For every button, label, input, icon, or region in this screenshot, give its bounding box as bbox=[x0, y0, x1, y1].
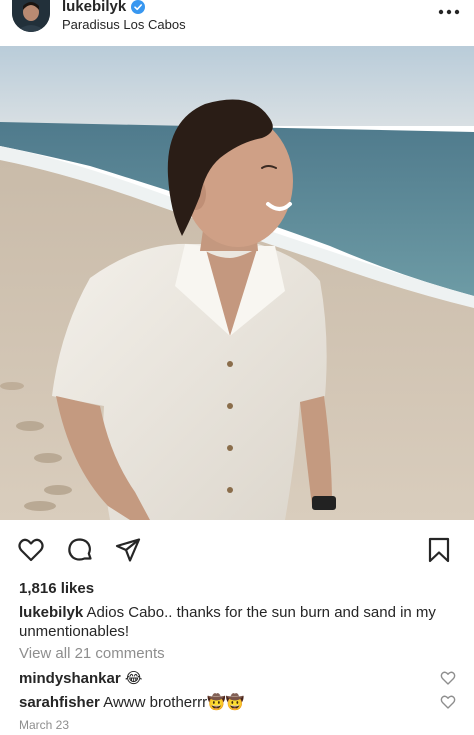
post-username[interactable]: lukebilyk bbox=[62, 0, 126, 15]
post-caption: lukebilyk Adios Cabo.. thanks for the su… bbox=[19, 603, 459, 641]
like-count[interactable]: 1,816 likes bbox=[19, 580, 94, 597]
comment-username[interactable]: sarahfisher bbox=[19, 694, 100, 711]
paper-plane-icon[interactable] bbox=[114, 536, 142, 564]
avatar[interactable] bbox=[12, 0, 50, 32]
post-photo[interactable] bbox=[0, 46, 474, 520]
comment-row: sarahfisher Awww brotherrr🤠🤠 bbox=[19, 693, 459, 713]
comment-row: mindyshankar 😂 bbox=[19, 669, 459, 689]
caption-username[interactable]: lukebilyk bbox=[19, 604, 83, 621]
post-date: March 23 bbox=[19, 718, 70, 732]
heart-icon[interactable] bbox=[440, 694, 456, 710]
username-row: lukebilyk bbox=[62, 0, 146, 15]
heart-icon[interactable] bbox=[17, 536, 45, 564]
more-options-icon[interactable] bbox=[438, 8, 460, 16]
verified-badge-icon bbox=[131, 0, 146, 14]
action-bar bbox=[0, 534, 474, 566]
comment-bubble-icon[interactable] bbox=[66, 536, 94, 564]
post-header: lukebilyk Paradisus Los Cabos bbox=[0, 0, 474, 46]
bookmark-icon[interactable] bbox=[425, 536, 453, 564]
comment-username[interactable]: mindyshankar bbox=[19, 670, 121, 687]
heart-icon[interactable] bbox=[440, 670, 456, 686]
view-all-comments-link[interactable]: View all 21 comments bbox=[19, 645, 165, 662]
post-location[interactable]: Paradisus Los Cabos bbox=[62, 17, 186, 32]
comment-text: 😂 bbox=[124, 670, 143, 687]
comment-text: Awww brotherrr🤠🤠 bbox=[103, 694, 245, 711]
